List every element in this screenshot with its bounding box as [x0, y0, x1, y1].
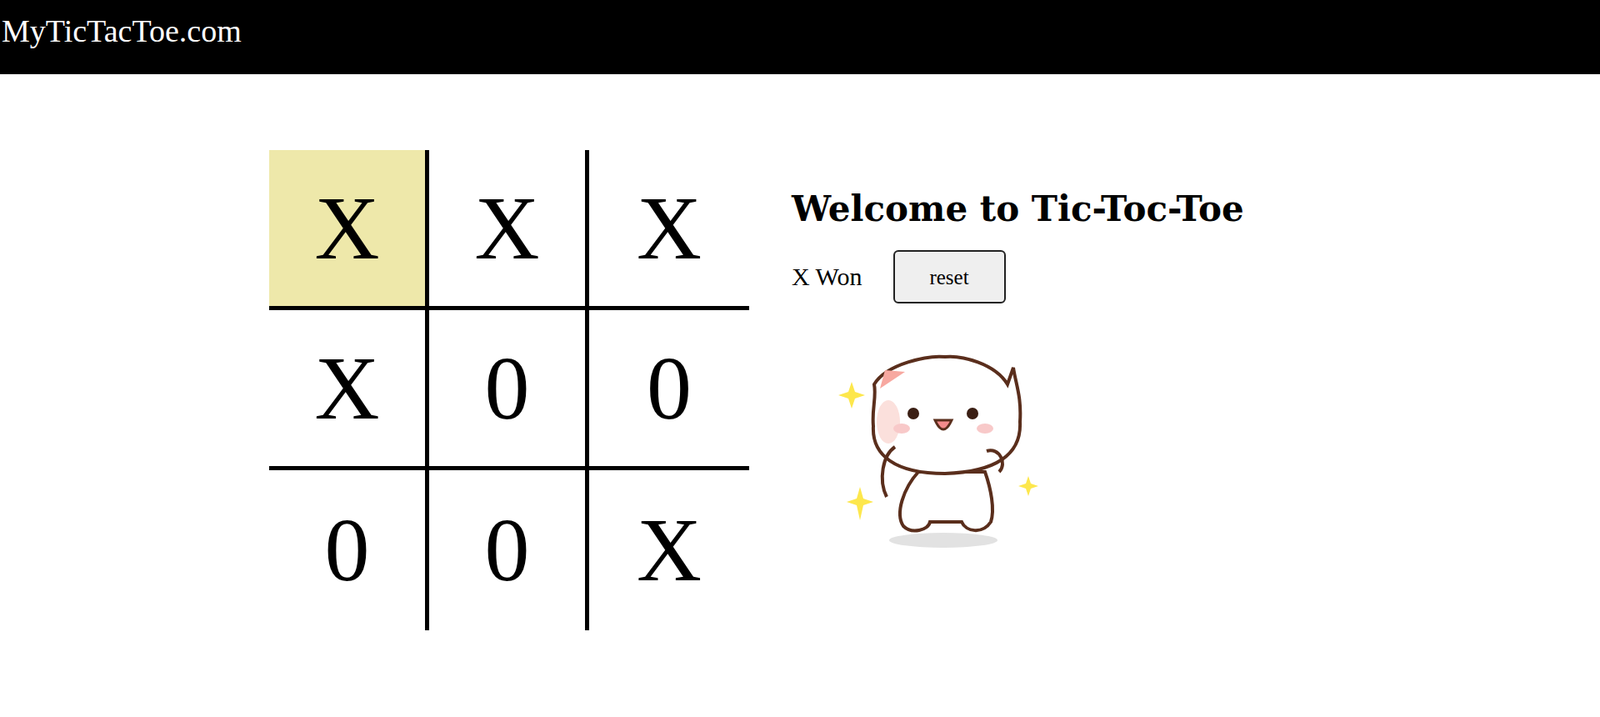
game-area: XXXX0000X Welcome to Tic-Toc-Toe X Won r…	[0, 74, 1600, 630]
site-header: MyTicTacToe.com	[0, 0, 1600, 75]
board-cell[interactable]: X	[589, 470, 750, 630]
info-panel: Welcome to Tic-Toc-Toe X Won reset	[791, 150, 1245, 551]
site-title[interactable]: MyTicTacToe.com	[0, 0, 242, 47]
cell-mark: 0	[485, 343, 530, 434]
board-cell[interactable]: 0	[269, 470, 430, 630]
status-row: X Won reset	[791, 250, 1245, 304]
board-cell[interactable]: 0	[589, 310, 750, 470]
cell-mark: X	[315, 343, 380, 434]
game-board: XXXX0000X	[269, 150, 750, 630]
reset-button[interactable]: reset	[893, 250, 1006, 304]
game-status: X Won	[791, 264, 863, 290]
cell-mark: 0	[485, 505, 530, 595]
board-cell[interactable]: 0	[429, 310, 590, 470]
cell-mark: X	[636, 505, 702, 595]
cell-mark: X	[315, 183, 380, 274]
cell-mark: X	[636, 183, 702, 274]
board-cell[interactable]: X	[429, 150, 590, 310]
board-cell[interactable]: X	[269, 310, 430, 470]
board-cell[interactable]: X	[589, 150, 750, 310]
board-cell[interactable]: X	[269, 150, 430, 310]
cell-mark: X	[475, 183, 540, 274]
welcome-heading: Welcome to Tic-Toc-Toe	[791, 188, 1245, 230]
cell-mark: 0	[646, 343, 692, 434]
celebration-cat-icon	[836, 346, 1041, 551]
cell-mark: 0	[325, 505, 370, 595]
board-cell[interactable]: 0	[429, 470, 590, 630]
